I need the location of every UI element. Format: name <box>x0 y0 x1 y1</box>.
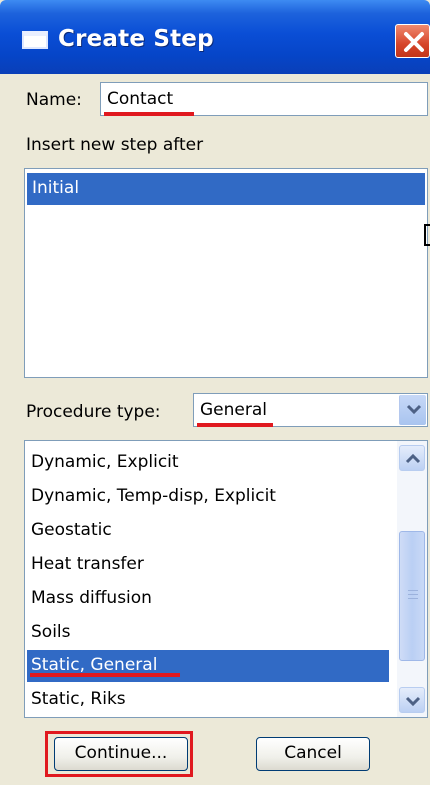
name-field-value: Contact <box>107 89 174 109</box>
procedure-highlight-underline <box>197 423 273 427</box>
list-item[interactable]: Mass diffusion <box>31 583 152 615</box>
procedure-type-dropdown-button[interactable] <box>399 395 426 425</box>
step-list[interactable]: Initial <box>24 168 428 378</box>
continue-button[interactable]: Continue... <box>54 737 188 771</box>
list-item[interactable]: Geostatic <box>31 515 112 547</box>
chevron-down-icon <box>405 696 421 707</box>
list-item[interactable]: Static, Riks <box>31 684 126 716</box>
scroll-up-button[interactable] <box>399 445 425 471</box>
name-label: Name: <box>26 90 82 110</box>
insert-after-label: Insert new step after <box>26 135 204 155</box>
close-button[interactable] <box>395 24 430 58</box>
selection-highlight-underline <box>30 673 180 677</box>
list-item[interactable]: Dynamic, Explicit <box>31 447 179 479</box>
step-item-label: Initial <box>32 178 80 198</box>
list-item[interactable]: Dynamic, Temp-disp, Explicit <box>31 481 276 513</box>
dialog-title: Create Step <box>58 26 214 52</box>
list-item-selected[interactable]: Static, General <box>27 650 389 682</box>
scroll-down-button[interactable] <box>399 687 425 713</box>
list-item[interactable]: Soils <box>31 617 71 649</box>
procedure-type-select[interactable]: General <box>193 393 428 427</box>
create-step-dialog: Create Step Name: Contact Insert new ste… <box>0 0 430 785</box>
procedure-type-label: Procedure type: <box>26 402 161 422</box>
procedure-type-value: General <box>200 400 267 420</box>
name-highlight-underline <box>104 112 194 116</box>
step-item-initial[interactable]: Initial <box>27 173 425 205</box>
close-icon <box>404 32 424 52</box>
scroll-thumb[interactable] <box>399 531 425 661</box>
text-cursor-marker <box>424 224 430 246</box>
chevron-down-icon <box>406 404 422 415</box>
cancel-button[interactable]: Cancel <box>256 737 370 771</box>
title-bar[interactable]: Create Step <box>0 0 430 74</box>
grip-line <box>408 594 418 595</box>
grip-line <box>408 598 418 599</box>
name-field[interactable]: Contact <box>100 82 428 116</box>
window-icon <box>22 31 48 49</box>
chevron-up-icon <box>405 453 421 464</box>
list-item[interactable]: Heat transfer <box>31 549 144 581</box>
grip-line <box>408 590 418 591</box>
procedure-list-scrollbar[interactable] <box>397 441 427 717</box>
